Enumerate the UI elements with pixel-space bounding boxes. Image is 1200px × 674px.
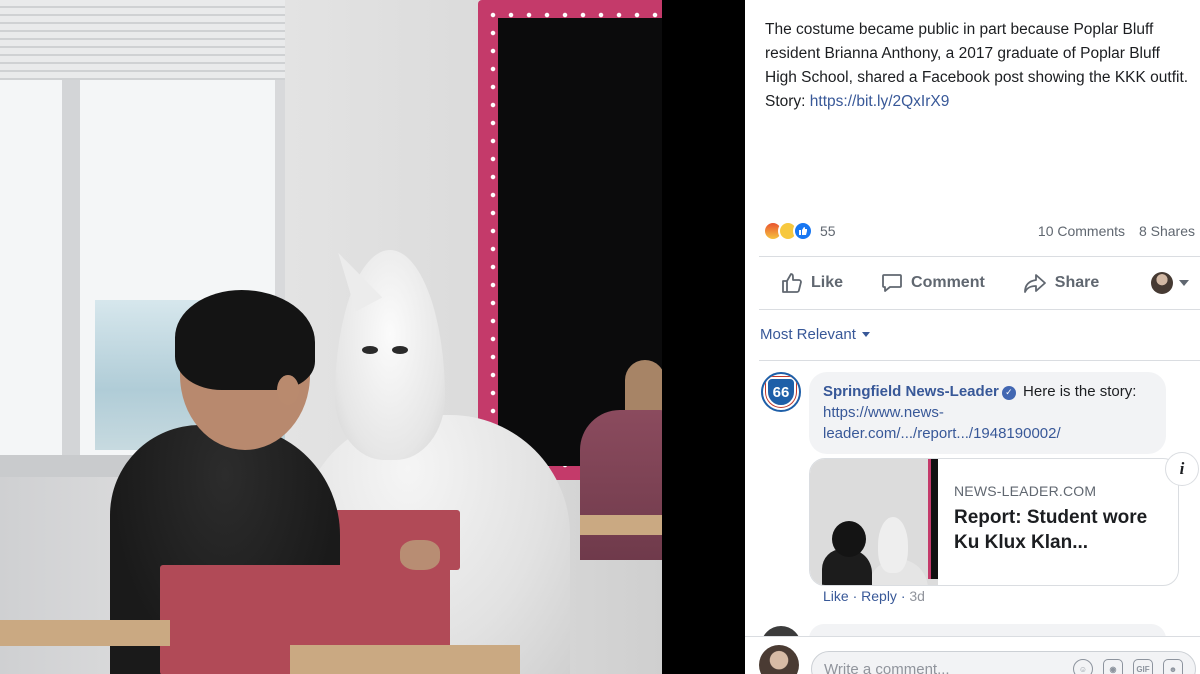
route-66-shield-icon: 66	[766, 377, 796, 407]
comments-count[interactable]: 10 Comments	[1038, 223, 1125, 239]
link-preview-domain: NEWS-LEADER.COM	[954, 483, 1097, 499]
chevron-down-icon	[1179, 280, 1189, 286]
comment-bubble: Springfield News-Leader ✓ Here is the sto…	[809, 372, 1166, 454]
share-button[interactable]: Share	[1023, 272, 1099, 294]
comment-timestamp[interactable]: 3d	[909, 588, 925, 604]
like-icon[interactable]	[793, 221, 813, 241]
photo-student-right	[580, 410, 662, 560]
info-icon[interactable]: i	[1165, 452, 1199, 486]
comment-label: Comment	[911, 274, 985, 291]
share-arrow-icon	[1023, 274, 1046, 293]
comment-button[interactable]: Comment	[881, 272, 985, 294]
photo-hand	[400, 540, 440, 570]
engagement-counts: 10 Comments 8 Shares	[1028, 223, 1195, 239]
page-avatar[interactable]: 66	[761, 372, 801, 412]
photo-desk-foreground	[290, 645, 520, 674]
comment-like-link[interactable]: Like	[823, 588, 849, 604]
like-button[interactable]: Like	[781, 272, 843, 294]
divider	[759, 360, 1200, 361]
comment-link[interactable]: https://www.news-leader.com/.../report..…	[823, 404, 1061, 442]
comment-reply-link[interactable]: Reply	[861, 588, 897, 604]
comment-composer: Write a comment... ☺ ◉ GIF ☻	[745, 636, 1200, 674]
comment-text: Here is the story:	[1023, 383, 1137, 400]
link-preview-title[interactable]: Report: Student wore Ku Klux Klan...	[954, 505, 1174, 555]
caption-link[interactable]: https://bit.ly/2QxIrX9	[810, 93, 950, 110]
verified-badge-icon: ✓	[1001, 385, 1016, 400]
photo-desk-right	[580, 515, 662, 535]
user-avatar	[1151, 272, 1173, 294]
photo-student-ear	[277, 375, 299, 405]
audience-selector[interactable]	[1151, 272, 1189, 294]
reaction-count[interactable]: 55	[820, 223, 836, 239]
emoji-icon[interactable]: ☺	[1073, 659, 1093, 674]
user-avatar	[759, 645, 799, 674]
link-preview-card[interactable]: NEWS-LEADER.COM Report: Student wore Ku …	[809, 458, 1179, 586]
thumbs-up-icon	[782, 273, 802, 293]
photo-student-hair-dark	[175, 290, 315, 390]
photo-window-frame	[62, 80, 80, 460]
comment-input-placeholder: Write a comment...	[824, 660, 950, 674]
reaction-summary: 55 10 Comments 8 Shares	[763, 220, 1195, 242]
photo-desk-left	[0, 620, 170, 646]
link-preview-thumbnail	[810, 459, 938, 585]
divider	[759, 309, 1200, 310]
divider	[759, 256, 1200, 257]
gif-icon[interactable]: GIF	[1133, 659, 1153, 674]
comment-input[interactable]: Write a comment... ☺ ◉ GIF ☻	[811, 651, 1196, 674]
speech-bubble-icon	[882, 274, 902, 292]
like-label: Like	[811, 274, 844, 291]
comment-filter-label: Most Relevant	[760, 326, 856, 343]
thumb-student-head	[832, 521, 866, 557]
camera-icon[interactable]: ◉	[1103, 659, 1123, 674]
comment-author[interactable]: Springfield News-Leader	[823, 383, 999, 400]
shares-count[interactable]: 8 Shares	[1139, 223, 1195, 239]
post-sidebar: The costume became public in part becaus…	[745, 0, 1200, 674]
link-preview-text: NEWS-LEADER.COM Report: Student wore Ku …	[954, 483, 1174, 555]
share-label: Share	[1054, 274, 1100, 291]
thumb-board	[928, 459, 938, 579]
post-caption: The costume became public in part becaus…	[765, 18, 1195, 114]
photo-eyehole-right	[392, 346, 408, 354]
composer-icons: ☺ ◉ GIF ☻	[1073, 659, 1195, 674]
sticker-icon[interactable]: ☻	[1163, 659, 1183, 674]
photo-eyehole-left	[362, 346, 378, 354]
comment-filter[interactable]: Most Relevant	[760, 326, 870, 343]
comment-meta: Like · Reply · 3d	[823, 588, 925, 604]
thumb-hood	[878, 517, 908, 573]
post-photo[interactable]	[0, 0, 662, 674]
post-actions: Like Comment Share	[759, 262, 1199, 304]
photo-blinds	[0, 0, 285, 80]
chevron-down-icon	[861, 332, 870, 337]
